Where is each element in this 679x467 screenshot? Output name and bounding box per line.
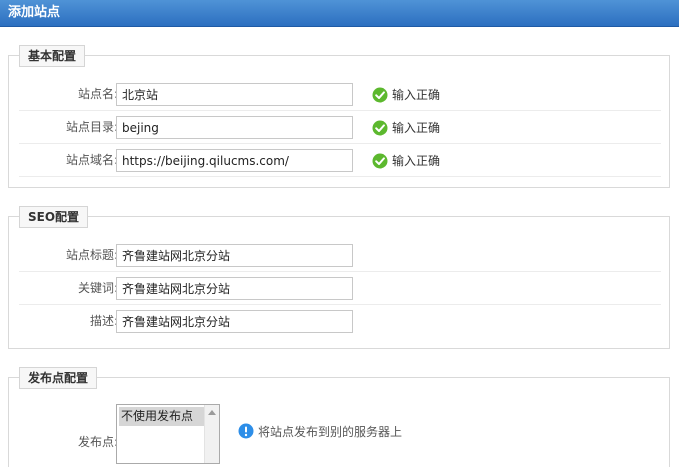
site-domain-label: 站点域名:: [65, 153, 118, 167]
site-name-input[interactable]: [116, 83, 353, 106]
description-input[interactable]: [116, 310, 353, 333]
site-domain-input[interactable]: [116, 149, 353, 172]
publish-point-hint: 将站点发布到别的服务器上: [238, 422, 402, 440]
publish-config-legend: 发布点配置: [19, 367, 98, 389]
keywords-label: 关键词:: [77, 281, 118, 295]
info-circle-icon: [238, 423, 254, 439]
check-circle-icon: [372, 120, 388, 135]
description-row: 描述:: [19, 305, 661, 338]
window-title: 添加站点: [0, 0, 679, 27]
publish-point-hint-text: 将站点发布到别的服务器上: [258, 424, 403, 439]
listbox-scrollbar[interactable]: [204, 405, 219, 463]
basic-config-legend: 基本配置: [19, 45, 86, 67]
site-domain-row: 站点域名: 输入正确: [19, 144, 661, 177]
description-label: 描述:: [89, 314, 118, 328]
site-name-status-text: 输入正确: [392, 88, 441, 102]
site-dir-label: 站点目录:: [65, 120, 118, 134]
site-domain-status-text: 输入正确: [392, 154, 441, 168]
scroll-up-icon[interactable]: [208, 410, 216, 415]
site-dir-status-text: 输入正确: [392, 121, 441, 135]
publish-point-select[interactable]: 不使用发布点: [116, 404, 220, 464]
site-title-row: 站点标题:: [19, 239, 661, 272]
check-circle-icon: [372, 87, 388, 102]
check-circle-icon: [372, 153, 388, 168]
site-title-label: 站点标题:: [65, 248, 118, 262]
site-domain-status: 输入正确: [372, 144, 440, 177]
site-name-label: 站点名:: [77, 87, 118, 101]
site-dir-row: 站点目录: 输入正确: [19, 111, 661, 144]
site-dir-status: 输入正确: [372, 111, 440, 144]
site-dir-input[interactable]: [116, 116, 353, 139]
site-name-row: 站点名: 输入正确: [19, 78, 661, 111]
keywords-row: 关键词:: [19, 272, 661, 305]
basic-config-section: 基本配置 站点名: 输入正确 站点目录: 输入正确 站点域名:: [8, 45, 670, 188]
seo-config-section: SEO配置 站点标题: 关键词: 描述:: [8, 206, 670, 349]
seo-config-legend: SEO配置: [19, 206, 89, 228]
publish-point-row: 发布点: 不使用发布点 将站点发布到别的服务器上: [19, 396, 661, 466]
publish-point-label: 发布点:: [77, 435, 118, 449]
publish-point-option[interactable]: 不使用发布点: [119, 407, 205, 426]
keywords-input[interactable]: [116, 277, 353, 300]
site-title-input[interactable]: [116, 244, 353, 267]
publish-config-section: 发布点配置 发布点: 不使用发布点 将站点发布到别的服务器上: [8, 367, 670, 467]
site-name-status: 输入正确: [372, 78, 440, 111]
